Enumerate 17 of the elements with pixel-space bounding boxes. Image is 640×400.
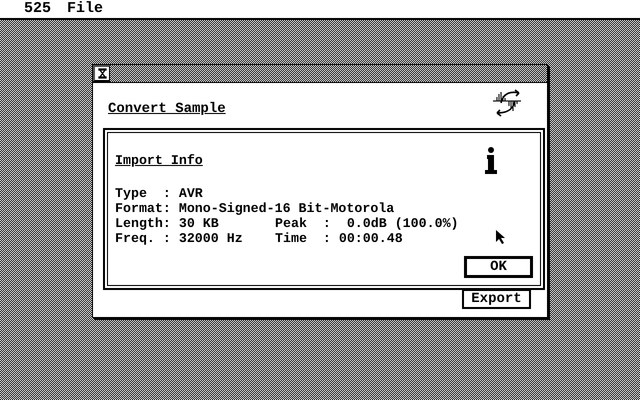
export-button[interactable]: Export xyxy=(462,289,531,309)
title-bar[interactable] xyxy=(93,65,547,83)
menu-item[interactable]: File xyxy=(67,0,104,18)
dialog-title: Import Info xyxy=(115,153,203,168)
ok-button[interactable]: OK xyxy=(464,256,533,278)
info-text: Peak : 0.0dB (100.0%) xyxy=(275,216,459,231)
info-text: Format: Mono-Signed-16 Bit-Motorola xyxy=(115,201,394,216)
info-text: Length: 30 KB xyxy=(115,216,220,231)
info-icon xyxy=(484,147,498,175)
info-text: Type : AVR xyxy=(115,186,204,201)
close-icon xyxy=(98,68,106,79)
menu-item[interactable]: 525 xyxy=(24,0,52,18)
close-button[interactable] xyxy=(93,65,110,82)
info-text: Time : 00:00.48 xyxy=(275,231,403,246)
window-title: Convert Sample xyxy=(108,101,226,117)
pointer-icon xyxy=(495,229,505,245)
info-text: Freq. : 32000 Hz xyxy=(115,231,244,246)
